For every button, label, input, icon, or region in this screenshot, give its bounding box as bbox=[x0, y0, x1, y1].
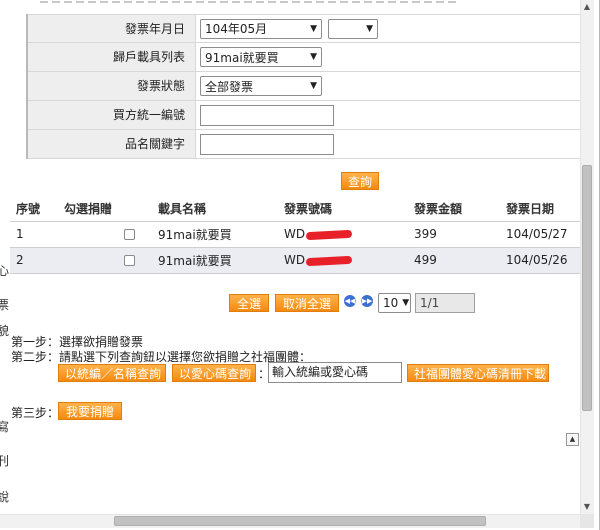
col-header-date: 發票日期 bbox=[506, 197, 580, 222]
select-all-button[interactable]: 全選 bbox=[229, 294, 269, 312]
carrier-select[interactable]: 91mai就要買 ▼ bbox=[200, 47, 322, 67]
next-page-icon[interactable]: ▶▶ bbox=[361, 295, 373, 307]
donate-checkbox[interactable] bbox=[124, 255, 135, 266]
buyer-id-label: 買方統一編號 bbox=[28, 101, 196, 129]
horizontal-scroll-thumb[interactable] bbox=[114, 516, 486, 526]
browser-content: 心 票 貌 寫 刊 說 發票年月日 104年05月 ▼ ▼ 歸戶載具列表 91ma… bbox=[0, 0, 600, 530]
invoice-date: 104/05/26 bbox=[506, 247, 580, 274]
invoice-filter-form: 發票年月日 104年05月▼ ▼ 歸戶載具列表 91mai就要買▼ 發票狀態 bbox=[26, 14, 580, 159]
col-header-invoice-number: 發票號碼 bbox=[284, 197, 414, 222]
step-two-text: 第二步：請點選下列查詢鈕以選擇您欲捐贈之社福團體： bbox=[11, 350, 312, 364]
date-row: 發票年月日 104年05月 ▼ ▼ bbox=[28, 14, 580, 43]
row-number: 2 bbox=[10, 247, 64, 274]
carrier-label: 歸戶載具列表 bbox=[28, 43, 196, 71]
carrier-name: 91mai就要買 bbox=[158, 247, 284, 274]
col-header-number: 序號 bbox=[10, 197, 64, 222]
col-header-donate-check: 勾選捐贈 bbox=[64, 197, 158, 222]
table-header-row: 序號 勾選捐贈 載具名稱 發票號碼 發票金額 發票日期 bbox=[10, 197, 580, 222]
dropdown-arrow-icon: ▼ bbox=[310, 23, 317, 34]
scrollbar-corner bbox=[580, 514, 594, 528]
code-list-download-button[interactable]: 社福團體愛心碼清冊下載 bbox=[407, 364, 549, 382]
donate-button[interactable]: 我要捐贈 bbox=[58, 402, 122, 420]
table-row: 2 91mai就要買 WD 499 104/05/26 bbox=[10, 247, 580, 274]
keyword-row: 品名關鍵字 bbox=[28, 130, 580, 159]
buyer-id-row: 買方統一編號 bbox=[28, 101, 580, 130]
dropdown-arrow-icon: ▼ bbox=[310, 81, 317, 91]
clipped-char: 票 bbox=[0, 298, 10, 312]
invoice-amount: 399 bbox=[414, 221, 506, 248]
first-page-icon[interactable]: ◀◀ bbox=[344, 295, 356, 307]
dropdown-arrow-icon: ▼ bbox=[402, 298, 410, 308]
donation-code-input[interactable]: 輸入統編或愛心碼 bbox=[268, 362, 402, 383]
redaction-mark bbox=[305, 255, 353, 266]
invoice-table: 序號 勾選捐贈 載具名稱 發票號碼 發票金額 發票日期 1 91mai就要買 W… bbox=[10, 197, 580, 274]
clipped-char: 貌 bbox=[0, 324, 10, 338]
redaction-mark bbox=[305, 229, 353, 240]
invoice-amount: 499 bbox=[414, 247, 506, 274]
carrier-name: 91mai就要買 bbox=[158, 221, 284, 248]
row-number: 1 bbox=[10, 221, 64, 248]
scroll-up-icon[interactable]: ▲ bbox=[580, 0, 594, 14]
vertical-scroll-thumb[interactable] bbox=[582, 165, 592, 411]
col-header-amount: 發票金額 bbox=[414, 197, 506, 222]
carrier-row: 歸戶載具列表 91mai就要買 ▼ bbox=[28, 43, 580, 72]
status-select[interactable]: 全部發票 ▼ bbox=[200, 76, 322, 96]
clipped-char: 心 bbox=[0, 264, 10, 278]
clipped-top-content bbox=[0, 0, 580, 5]
left-clipped-column: 心 票 貌 寫 刊 說 bbox=[0, 0, 10, 520]
status-row: 發票狀態 全部發票 ▼ bbox=[28, 72, 580, 101]
step-three-text: 第三步： bbox=[11, 406, 60, 420]
dropdown-arrow-icon: ▼ bbox=[310, 52, 317, 62]
keyword-label: 品名關鍵字 bbox=[28, 130, 196, 158]
dropdown-arrow-icon: ▼ bbox=[366, 23, 373, 34]
page-size-select[interactable]: 10 ▼ bbox=[378, 293, 411, 313]
scroll-down-icon[interactable]: ▼ bbox=[580, 500, 594, 514]
invoice-number: WD bbox=[284, 253, 306, 267]
year-month-select[interactable]: 104年05月 ▼ bbox=[200, 18, 322, 39]
search-by-name-button[interactable]: 以統編／名稱查詢 bbox=[58, 364, 166, 382]
invoice-date: 104/05/27 bbox=[506, 221, 580, 248]
invoice-number: WD bbox=[284, 227, 306, 241]
clipped-char: 寫 bbox=[0, 420, 10, 434]
cancel-select-all-button[interactable]: 取消全選 bbox=[275, 294, 339, 312]
date-label: 發票年月日 bbox=[28, 15, 196, 42]
page-indicator: 1/1 bbox=[415, 293, 475, 313]
col-header-carrier: 載具名稱 bbox=[158, 197, 284, 222]
day-select[interactable]: ▼ bbox=[328, 18, 378, 39]
buyer-id-input[interactable] bbox=[200, 104, 334, 126]
keyword-input[interactable] bbox=[200, 133, 334, 155]
clipped-char: 刊 bbox=[0, 454, 10, 468]
table-row: 1 91mai就要買 WD 399 104/05/27 bbox=[10, 221, 580, 248]
query-button[interactable]: 查詢 bbox=[341, 172, 379, 190]
back-to-top-icon[interactable]: ▲ bbox=[566, 433, 579, 446]
status-label: 發票狀態 bbox=[28, 72, 196, 100]
search-by-code-button[interactable]: 以愛心碼查詢 bbox=[172, 364, 256, 382]
clipped-char: 說 bbox=[0, 490, 10, 504]
donate-checkbox[interactable] bbox=[124, 229, 135, 240]
